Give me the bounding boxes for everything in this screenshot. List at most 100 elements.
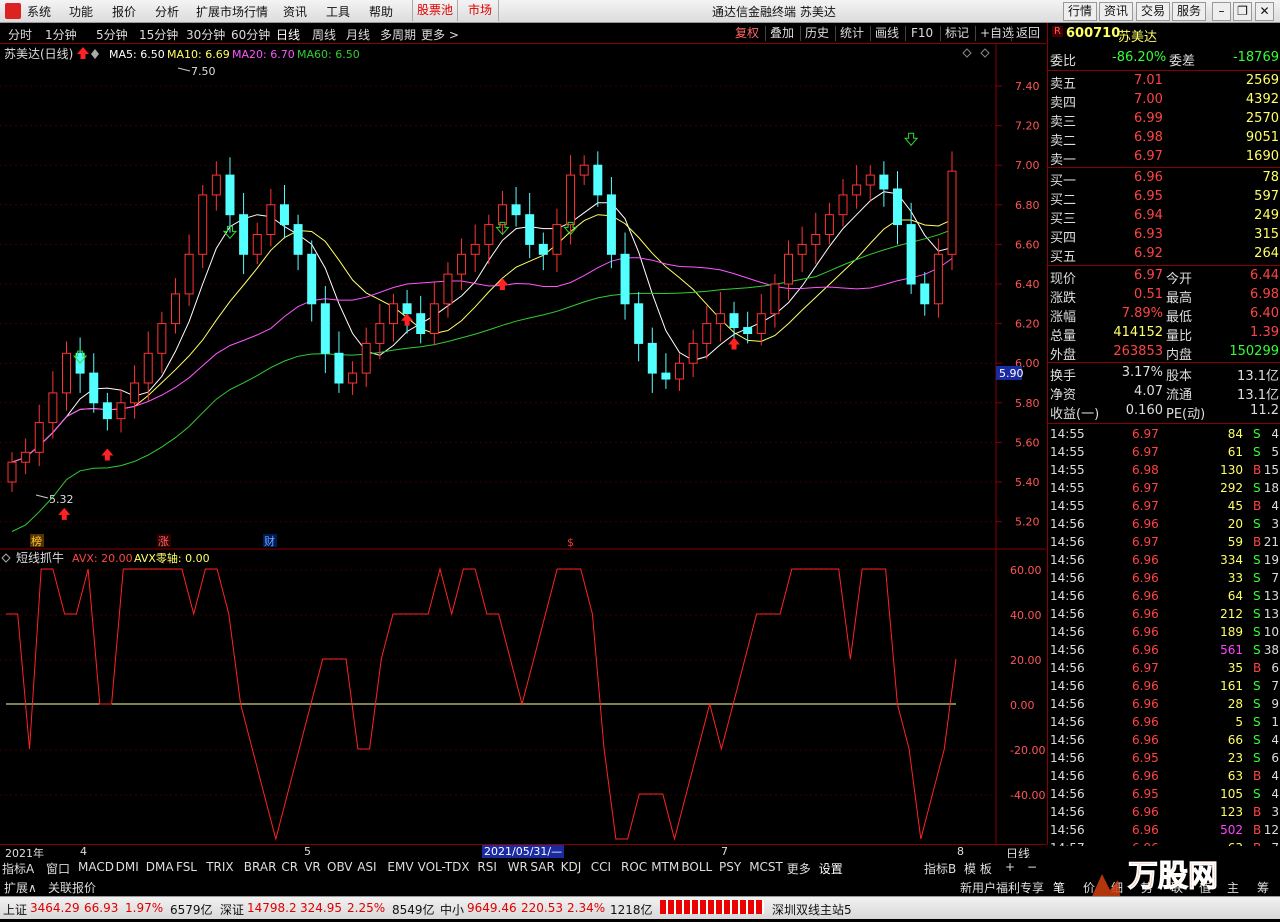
ratio-label: 委比 <box>1050 54 1077 69</box>
btn-adjust[interactable]: 复权 <box>732 24 762 42</box>
panel-tab[interactable]: 主 <box>1227 879 1239 896</box>
panel-tab[interactable]: 细 <box>1111 879 1123 896</box>
panel-tab[interactable]: 筹 <box>1257 879 1269 896</box>
period-multi[interactable]: 多周期 <box>380 26 416 43</box>
period-5min[interactable]: 5分钟 <box>96 26 128 43</box>
close-icon[interactable]: ✕ <box>1255 2 1274 21</box>
menu-help[interactable]: 帮助 <box>369 3 393 20</box>
indicator-tab[interactable]: DMA <box>146 860 174 874</box>
indicator-tab[interactable]: MACD <box>78 860 114 874</box>
indicator-tab[interactable]: 更多 <box>787 860 811 877</box>
panel-tab[interactable]: 联 <box>1171 879 1183 896</box>
related-quote-button[interactable]: 关联报价 <box>48 879 96 896</box>
indicator-tab[interactable]: CCI <box>591 860 611 874</box>
indicator-tab[interactable]: MCST <box>749 860 783 874</box>
btn-mark[interactable]: 标记 <box>942 24 972 42</box>
period-daily[interactable]: 日线 <box>276 26 300 43</box>
indicator-tab[interactable]: FSL <box>176 860 197 874</box>
indicator-tab[interactable]: BRAR <box>244 860 277 874</box>
remove-icon[interactable]: − <box>1027 860 1037 874</box>
indicator-tab[interactable]: 窗口 <box>46 860 70 877</box>
indicator-chart[interactable]: 60.00 40.00 20.00 0.00 -20.00 -40.00 短线抓牛 AVX… <box>0 550 1046 845</box>
tick-side: S <box>1253 643 1261 657</box>
tab-service[interactable]: 服务 <box>1172 2 1206 21</box>
indicator-tab[interactable]: ROC <box>621 860 647 874</box>
axis-month-7: 7 <box>721 845 728 858</box>
tick-side: S <box>1253 517 1261 531</box>
menu-system[interactable]: 系统 <box>27 3 51 20</box>
indicator-tab[interactable]: KDJ <box>561 860 582 874</box>
indicator-tab[interactable]: PSY <box>719 860 741 874</box>
candle-body <box>566 174 576 226</box>
restore-icon[interactable]: ❐ <box>1233 2 1252 21</box>
indicator-tab[interactable]: CR <box>281 860 298 874</box>
menu-quote[interactable]: 报价 <box>112 3 136 20</box>
add-icon[interactable]: + <box>1005 860 1015 874</box>
promo-link[interactable]: 新用户福利专享 <box>960 879 1044 896</box>
menu-tools[interactable]: 工具 <box>326 3 350 20</box>
ask-book: 卖五 7.01 2569 卖四 7.00 4392 卖三 6.99 2570 卖二 6.98 9051… <box>1048 70 1280 168</box>
r-badge: R <box>1052 26 1063 37</box>
period-30min[interactable]: 30分钟 <box>186 26 225 43</box>
menu-market[interactable]: 市场 <box>462 0 500 21</box>
template-button[interactable]: 模 板 <box>964 860 992 877</box>
indicator-tab[interactable]: ASI <box>357 860 376 874</box>
indicator-tab[interactable]: RSI <box>477 860 497 874</box>
tick-count: 15 <box>1263 463 1279 477</box>
indicator-tab[interactable]: SAR <box>530 860 554 874</box>
candle-body <box>811 234 821 245</box>
tick-list[interactable]: 14:55 6.97 84 S 4 14:55 6.97 61 S 5 14:55 6.98 130 B 1… <box>1048 423 1280 846</box>
tab-trade[interactable]: 交易 <box>1136 2 1170 21</box>
btn-draw[interactable]: 画线 <box>872 24 902 42</box>
period-15min[interactable]: 15分钟 <box>139 26 178 43</box>
menu-analysis[interactable]: 分析 <box>155 3 179 20</box>
period-60min[interactable]: 60分钟 <box>231 26 270 43</box>
period-more[interactable]: 更多 > <box>421 26 459 43</box>
panel-tab[interactable]: 值 <box>1199 879 1211 896</box>
indicator-tab[interactable]: WR <box>508 860 528 874</box>
stat-label: 最高 <box>1166 291 1193 306</box>
tick-price: 6.97 <box>1132 499 1159 513</box>
indicator-tab[interactable]: VR <box>304 860 321 874</box>
indicator-tab[interactable]: 指标A <box>2 860 34 877</box>
btn-stats[interactable]: 统计 <box>837 24 867 42</box>
btn-history[interactable]: 历史 <box>802 24 832 42</box>
tab-news[interactable]: 资讯 <box>1099 2 1133 21</box>
server-label[interactable]: 深圳双线主站5 <box>772 901 852 918</box>
btn-back[interactable]: 返回 <box>1013 24 1043 42</box>
panel-tab[interactable]: 势 <box>1141 879 1153 896</box>
indicator-tab[interactable]: BOLL <box>681 860 712 874</box>
menu-stock-pool[interactable]: 股票池 <box>412 0 459 21</box>
indicator-tab[interactable]: OBV <box>327 860 353 874</box>
period-1min[interactable]: 1分钟 <box>45 26 77 43</box>
indicator-tabs: 指标A 窗口 MACD DMI DMA FSL TRIX BRAR CR VR OBV ASI EMV V… <box>0 858 1046 876</box>
period-intraday[interactable]: 分时 <box>8 26 32 43</box>
btn-f10[interactable]: F10 <box>908 24 936 42</box>
indicator-tab[interactable]: VOL-TDX <box>418 860 470 874</box>
app-logo-icon[interactable] <box>5 3 21 19</box>
indicator-b-button[interactable]: 指标B <box>924 860 956 877</box>
period-weekly[interactable]: 周线 <box>312 26 336 43</box>
panel-tab[interactable]: 价 <box>1083 879 1095 896</box>
ext-toggle-button[interactable]: 扩展∧ <box>4 879 37 896</box>
minimize-icon[interactable]: – <box>1212 2 1231 21</box>
menu-news[interactable]: 资讯 <box>283 3 307 20</box>
tick-row: 14:56 6.96 212 S 13 <box>1048 605 1280 623</box>
indicator-tab[interactable]: TRIX <box>206 860 233 874</box>
btn-overlay[interactable]: 叠加 <box>767 24 797 42</box>
period-monthly[interactable]: 月线 <box>346 26 370 43</box>
indicator-tab[interactable]: MTM <box>651 860 679 874</box>
indicator-tab[interactable]: 设置 <box>819 860 843 877</box>
candle-body <box>606 194 616 255</box>
tick-time: 14:56 <box>1050 643 1085 657</box>
stat-label: 内盘 <box>1166 348 1193 363</box>
menu-ext-market[interactable]: 扩展市场行情 <box>196 3 268 20</box>
panel-tab[interactable]: 笔 <box>1053 879 1065 896</box>
tick-row: 14:56 6.97 59 B 21 <box>1048 533 1280 551</box>
tab-quote[interactable]: 行情 <box>1063 2 1097 21</box>
book-price: 6.96 <box>1134 170 1163 185</box>
indicator-tab[interactable]: DMI <box>116 860 139 874</box>
indicator-tab[interactable]: EMV <box>387 860 413 874</box>
menu-function[interactable]: 功能 <box>69 3 93 20</box>
kline-chart[interactable]: 7.407.207.006.806.606.406.206.005.805.60… <box>0 44 1046 550</box>
